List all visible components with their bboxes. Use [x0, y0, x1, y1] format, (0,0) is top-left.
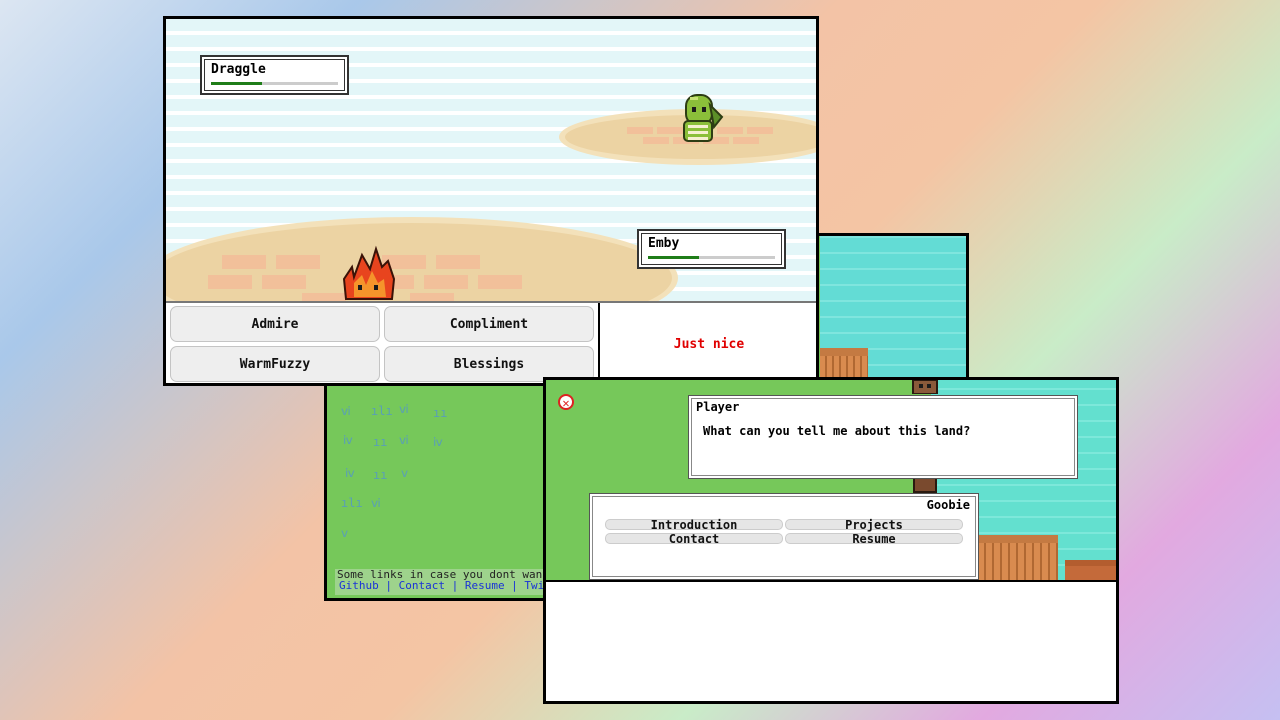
move-button-compliment[interactable]: Compliment: [384, 306, 594, 342]
close-icon[interactable]: ✕: [558, 394, 574, 410]
speaker-name: Player: [696, 400, 740, 414]
npc-options-box: Goobie Introduction Projects Contact Res…: [589, 493, 979, 580]
battle-field: Draggle Emby: [166, 19, 816, 339]
npc-name: Goobie: [926, 498, 970, 512]
option-projects[interactable]: Projects: [785, 519, 963, 531]
speech-line: What can you tell me about this land?: [703, 424, 971, 438]
enemy-name: Draggle: [211, 62, 266, 77]
enemy-hp-box: Draggle: [200, 55, 349, 95]
dialogue-scene: ✕ Player What can you tell me about this…: [546, 380, 1116, 588]
move-button-admire[interactable]: Admire: [170, 306, 380, 342]
fire-sprite: [342, 245, 396, 300]
npc-sprite: [912, 380, 938, 394]
player-name: Emby: [648, 236, 680, 251]
option-introduction[interactable]: Introduction: [605, 519, 783, 531]
dialogue-blank-area: [546, 580, 1116, 701]
player-hp-box: Emby: [637, 229, 786, 269]
player-hp-bar: [648, 256, 775, 259]
dragon-sprite: [683, 94, 724, 142]
move-button-warmfuzzy[interactable]: WarmFuzzy: [170, 346, 380, 382]
battle-menu: Admire Compliment WarmFuzzy Blessings Ju…: [166, 301, 816, 383]
battle-panel: Draggle Emby Admire Compliment WarmFuzzy…: [163, 16, 819, 386]
player-speech-box: Player What can you tell me about this l…: [688, 395, 1078, 479]
option-resume[interactable]: Resume: [785, 533, 963, 545]
enemy-hp-bar: [211, 82, 338, 85]
attack-result-text: Just nice: [598, 303, 816, 383]
npc-legs: [913, 478, 937, 493]
option-contact[interactable]: Contact: [605, 533, 783, 545]
dialogue-panel: ✕ Player What can you tell me about this…: [543, 377, 1119, 704]
